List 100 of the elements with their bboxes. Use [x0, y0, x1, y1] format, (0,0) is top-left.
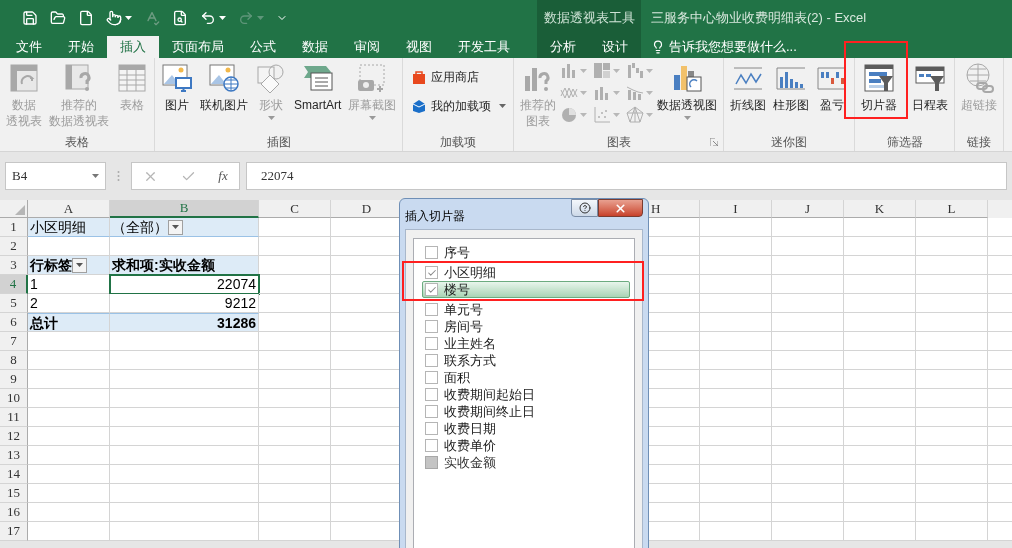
row-header[interactable]: 13 [0, 446, 28, 465]
caret-icon [646, 91, 654, 95]
radar-chart-icon[interactable] [626, 106, 645, 124]
field-list-item[interactable]: 序号 [422, 244, 630, 261]
checkbox[interactable] [425, 303, 438, 316]
row-header[interactable]: 10 [0, 389, 28, 408]
column-header[interactable]: L [916, 200, 988, 218]
tell-me-field[interactable]: 告诉我您想要做什么... [651, 36, 1012, 58]
checkbox[interactable] [425, 388, 438, 401]
field-list-item[interactable]: 楼号 [422, 281, 630, 298]
checkbox[interactable] [425, 405, 438, 418]
field-list-item[interactable]: 房间号 [422, 318, 630, 335]
folder-icon[interactable] [50, 10, 66, 26]
touch-mode-icon[interactable] [106, 10, 122, 26]
ribbon-button[interactable]: 联机图片 [197, 58, 251, 113]
ribbon-tab[interactable]: 插入 [107, 36, 159, 58]
column-header[interactable]: C [259, 200, 331, 218]
help-button[interactable] [571, 199, 598, 217]
row-header[interactable]: 11 [0, 408, 28, 427]
formula-input[interactable]: 22074 [246, 162, 1007, 190]
checkbox[interactable] [425, 439, 438, 452]
row-header[interactable]: 6 [0, 313, 28, 332]
row-header[interactable]: 15 [0, 484, 28, 503]
column-header[interactable]: B [110, 200, 259, 218]
checkbox[interactable] [425, 371, 438, 384]
checkbox[interactable] [425, 283, 438, 296]
redo-icon[interactable] [238, 10, 254, 26]
field-list-item[interactable]: 收费单价 [422, 437, 630, 454]
ribbon-button[interactable]: 盈亏 [813, 58, 852, 113]
ribbon-button[interactable]: 应用商店 [410, 66, 482, 88]
ribbon-button[interactable]: 数据透视图 [654, 58, 721, 113]
caret-icon[interactable] [499, 104, 507, 108]
ribbon-tab[interactable]: 页面布局 [159, 36, 237, 58]
new-file-icon[interactable] [78, 10, 94, 26]
ribbon-tab[interactable]: 公式 [237, 36, 289, 58]
ribbon-tab[interactable]: 文件 [3, 36, 55, 58]
checkbox[interactable] [425, 266, 438, 279]
ribbon-button[interactable]: 图片 [158, 58, 196, 113]
row-header[interactable]: 8 [0, 351, 28, 370]
ribbon-button[interactable]: 切片器 [858, 58, 901, 113]
ribbon-button[interactable]: 折线图 [727, 58, 770, 113]
row-header[interactable]: 5 [0, 294, 28, 313]
close-button[interactable] [598, 199, 643, 217]
ribbon-button[interactable]: 我的加载项 [410, 95, 494, 117]
ribbon-button[interactable]: SmartArt [291, 58, 345, 113]
row-header[interactable]: 4 [0, 275, 28, 294]
caret-icon[interactable] [683, 116, 691, 120]
column-header[interactable]: K [844, 200, 916, 218]
slicer-icon [863, 62, 896, 94]
column-header[interactable]: I [700, 200, 772, 218]
scatter-chart-icon[interactable] [593, 106, 612, 124]
checkbox[interactable] [425, 354, 438, 367]
field-list-item[interactable]: 业主姓名 [422, 335, 630, 352]
row-header[interactable]: 17 [0, 522, 28, 541]
column-header[interactable]: A [28, 200, 110, 218]
ribbon-button[interactable]: 柱形图 [770, 58, 813, 113]
ribbon-tab[interactable]: 视图 [393, 36, 445, 58]
field-list-item[interactable]: 联系方式 [422, 352, 630, 369]
dialog-launcher-icon[interactable] [710, 138, 719, 146]
undo-icon[interactable] [200, 10, 216, 26]
spelling-icon[interactable] [144, 10, 160, 26]
row-header[interactable]: 14 [0, 465, 28, 484]
print-preview-icon[interactable] [172, 10, 188, 26]
ribbon-button[interactable]: 日程表 [909, 58, 952, 113]
pie-chart-icon[interactable] [560, 106, 579, 124]
combo-chart-icon[interactable] [626, 84, 645, 102]
row-header[interactable]: 16 [0, 503, 28, 522]
field-list-item[interactable]: 小区明细 [422, 264, 630, 281]
field-list-item[interactable]: 收费期间终止日 [422, 403, 630, 420]
waterfall-chart-icon[interactable] [626, 62, 645, 80]
insert-function-button[interactable]: fx [218, 166, 228, 186]
checkbox[interactable] [425, 422, 438, 435]
field-list-item[interactable]: 面积 [422, 369, 630, 386]
row-header[interactable]: 7 [0, 332, 28, 351]
row-header[interactable]: 2 [0, 237, 28, 256]
field-list-item[interactable]: 单元号 [422, 301, 630, 318]
save-icon[interactable] [22, 10, 38, 26]
table-cell [916, 351, 988, 370]
name-box[interactable]: B4 [5, 162, 106, 190]
checkbox[interactable] [425, 320, 438, 333]
ribbon-tab[interactable]: 设计 [589, 36, 641, 58]
select-all-triangle-icon[interactable] [15, 205, 25, 215]
hierarchy-chart-icon[interactable] [593, 62, 612, 80]
field-list-item[interactable]: 收费日期 [422, 420, 630, 437]
row-header[interactable]: 9 [0, 370, 28, 389]
row-header[interactable]: 3 [0, 256, 28, 275]
ribbon-tab[interactable]: 开始 [55, 36, 107, 58]
ribbon-tab[interactable]: 数据 [289, 36, 341, 58]
row-header[interactable]: 12 [0, 427, 28, 446]
ribbon-tab[interactable]: 分析 [537, 36, 589, 58]
filter-dropdown-button[interactable] [72, 257, 87, 273]
checkbox[interactable] [425, 246, 438, 259]
group-label: 表格 [65, 134, 89, 151]
ribbon-tab[interactable]: 审阅 [341, 36, 393, 58]
ribbon-tab[interactable]: 开发工具 [445, 36, 523, 58]
row-header[interactable]: 1 [0, 218, 28, 237]
column-header[interactable]: J [772, 200, 844, 218]
field-list-item[interactable]: 收费期间起始日 [422, 386, 630, 403]
checkbox[interactable] [425, 337, 438, 350]
filter-dropdown-button[interactable] [168, 219, 183, 235]
